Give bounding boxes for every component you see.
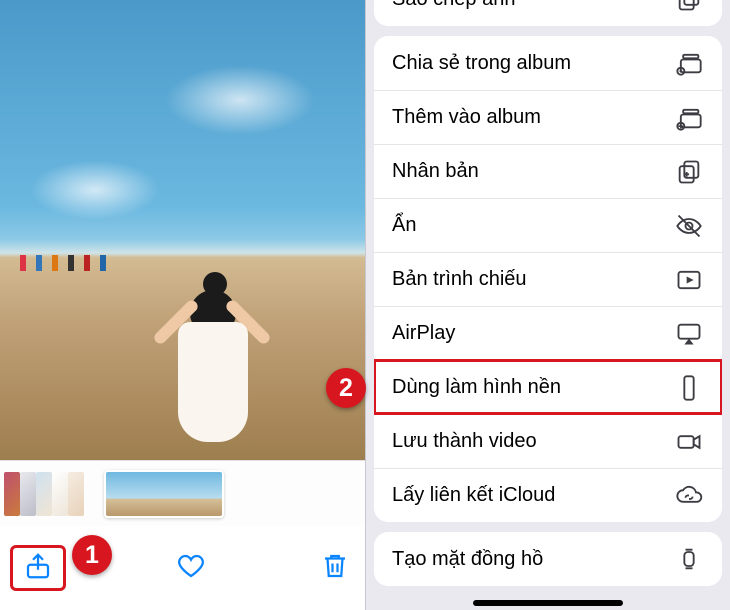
annotation-badge-1: 1: [72, 535, 112, 575]
thumbnail[interactable]: [20, 472, 36, 516]
icloud-link-icon: [674, 481, 704, 511]
menu-item-create-watch-face[interactable]: Tạo mặt đồng hồ: [374, 532, 722, 586]
menu-item-save-as-video[interactable]: Lưu thành video: [374, 414, 722, 468]
thumbnail[interactable]: [4, 472, 20, 516]
menu-item-label: Ẩn: [392, 214, 674, 237]
menu-item-label: Lấy liên kết iCloud: [392, 484, 674, 507]
bottom-toolbar: [0, 526, 365, 610]
apple-watch-icon: [674, 544, 704, 574]
annotation-badge-2: 2: [326, 368, 366, 408]
menu-item-label: AirPlay: [392, 322, 674, 345]
menu-item-label: Tạo mặt đồng hồ: [392, 548, 674, 571]
phone-icon: [674, 373, 704, 403]
menu-item-add-to-album[interactable]: Thêm vào album: [374, 90, 722, 144]
thumbnail[interactable]: [36, 472, 52, 516]
shared-album-icon: [674, 48, 704, 78]
duplicate-icon: [674, 157, 704, 187]
menu-item-airplay[interactable]: AirPlay: [374, 306, 722, 360]
home-indicator[interactable]: [473, 600, 623, 606]
eye-slash-icon: [674, 211, 704, 241]
share-button[interactable]: [10, 545, 66, 591]
share-sheet-pane: Sao chép ảnh Chia sẻ trong album Thêm và…: [365, 0, 730, 610]
menu-item-icloud-link[interactable]: Lấy liên kết iCloud: [374, 468, 722, 522]
favorite-button[interactable]: [171, 548, 211, 588]
menu-item-label: Thêm vào album: [392, 106, 674, 129]
menu-item-label: Dùng làm hình nền: [392, 376, 674, 399]
menu-item-use-as-wallpaper[interactable]: Dùng làm hình nền: [374, 360, 722, 414]
video-icon: [674, 427, 704, 457]
copy-icon: [674, 0, 704, 14]
photo-preview[interactable]: [0, 0, 365, 460]
add-to-album-icon: [674, 103, 704, 133]
menu-item-label: Nhân bản: [392, 160, 674, 183]
menu-item-label: Lưu thành video: [392, 430, 674, 453]
thumbnail[interactable]: [68, 472, 84, 516]
airplay-icon: [674, 319, 704, 349]
menu-item-label: Sao chép ảnh: [392, 0, 674, 11]
thumbnail[interactable]: [52, 472, 68, 516]
trash-button[interactable]: [315, 548, 355, 588]
menu-item-hide[interactable]: Ẩn: [374, 198, 722, 252]
thumbnail-current[interactable]: [104, 470, 224, 518]
trash-icon: [320, 551, 350, 586]
menu-item-slideshow[interactable]: Bản trình chiếu: [374, 252, 722, 306]
share-icon: [23, 551, 53, 586]
play-rect-icon: [674, 265, 704, 295]
menu-item-share-album[interactable]: Chia sẻ trong album: [374, 36, 722, 90]
menu-item-label: Chia sẻ trong album: [392, 52, 674, 75]
menu-item-copy-photo[interactable]: Sao chép ảnh: [374, 0, 722, 26]
photo-thumbnail-strip[interactable]: [0, 460, 365, 526]
heart-icon: [176, 551, 206, 586]
photo-viewer-pane: [0, 0, 365, 610]
menu-item-duplicate[interactable]: Nhân bản: [374, 144, 722, 198]
menu-item-label: Bản trình chiếu: [392, 268, 674, 291]
